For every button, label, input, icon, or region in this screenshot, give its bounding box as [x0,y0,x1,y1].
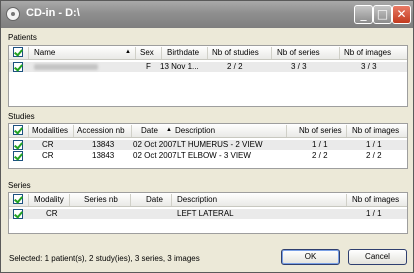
table-row[interactable]: CR 13843 02 Oct 2007 LT ELBOW - 3 VIEW 2… [9,151,407,161]
col-description[interactable]: Description [175,126,215,135]
col-date[interactable]: Date [141,126,158,135]
row-checkbox[interactable] [13,140,23,150]
col-nb-images[interactable]: Nb of images [352,126,399,135]
patients-label: Patients [8,33,37,42]
studies-label: Studies [8,112,35,121]
cd-in-dialog: CD-in - D:\ _ □ ✕ Patients Name ▲ Sex Bi… [0,0,414,273]
redacted-patient-name [34,64,98,70]
col-birthdate[interactable]: Birthdate [167,48,199,57]
patients-select-all-checkbox[interactable] [13,47,23,57]
maximize-button[interactable]: □ [373,5,392,24]
col-nb-images[interactable]: Nb of images [344,48,391,57]
table-row[interactable]: F 13 Nov 1... 2 / 2 3 / 3 3 / 3 [9,62,407,72]
series-label: Series [8,181,31,190]
series-select-all-checkbox[interactable] [13,194,23,204]
col-date[interactable]: Date [146,195,163,204]
patients-header: Name ▲ Sex Birthdate Nb of studies Nb of… [9,46,407,60]
series-header: Modality Series nb Date Description Nb o… [9,193,407,207]
row-checkbox[interactable] [13,62,23,72]
minimize-button[interactable]: _ [354,5,373,24]
patients-table[interactable]: Name ▲ Sex Birthdate Nb of studies Nb of… [8,45,408,107]
title-bar[interactable]: CD-in - D:\ _ □ ✕ [1,1,413,28]
series-table[interactable]: Modality Series nb Date Description Nb o… [8,192,408,234]
col-nb-series[interactable]: Nb of series [277,48,320,57]
selection-status: Selected: 1 patient(s), 2 study(ies), 3 … [9,254,200,263]
col-series-nb[interactable]: Series nb [84,195,118,204]
col-description[interactable]: Description [177,195,217,204]
col-nb-studies[interactable]: Nb of studies [212,48,259,57]
table-row[interactable]: CR 13843 02 Oct 2007 LT HUMERUS - 2 VIEW… [9,140,407,150]
close-button[interactable]: ✕ [392,5,411,24]
col-name[interactable]: Name [34,48,55,57]
window-title: CD-in - D:\ [26,7,80,19]
studies-select-all-checkbox[interactable] [13,125,23,135]
sort-ascending-icon: ▲ [166,127,172,133]
cd-icon [6,7,20,21]
col-nb-series[interactable]: Nb of series [299,126,342,135]
col-accession-nb[interactable]: Accession nb [77,126,125,135]
studies-table[interactable]: Modalities Accession nb Date ▲ Descripti… [8,123,408,169]
col-modalities[interactable]: Modalities [32,126,68,135]
col-sex[interactable]: Sex [140,48,154,57]
studies-header: Modalities Accession nb Date ▲ Descripti… [9,124,407,138]
col-modality[interactable]: Modality [34,195,64,204]
row-checkbox[interactable] [13,151,23,161]
table-row[interactable]: CR LEFT LATERAL 1 / 1 [9,209,407,219]
col-nb-images[interactable]: Nb of images [352,195,399,204]
ok-button[interactable]: OK [281,249,340,265]
row-checkbox[interactable] [13,209,23,219]
sort-ascending-icon: ▲ [125,49,131,55]
cancel-button[interactable]: Cancel [348,249,407,265]
